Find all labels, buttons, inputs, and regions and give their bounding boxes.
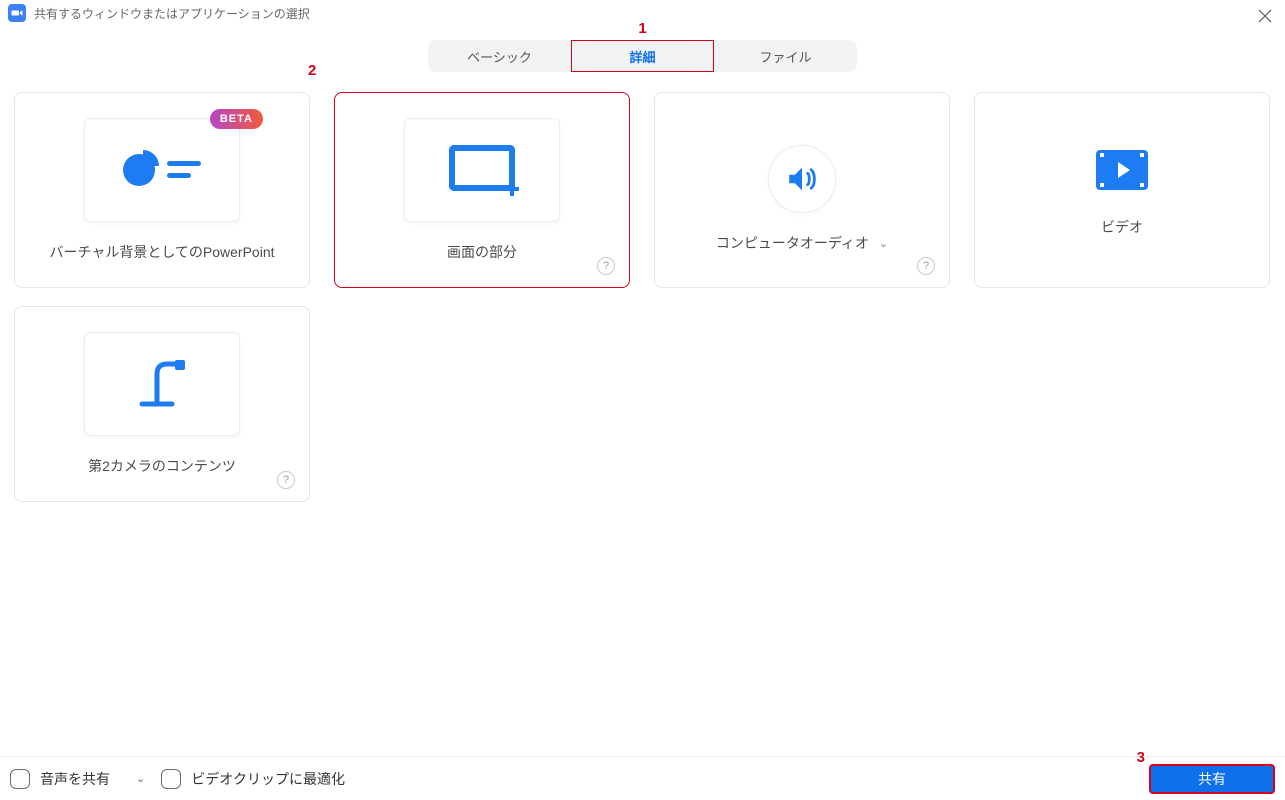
share-audio-checkbox[interactable]: 音声を共有 [10, 769, 110, 789]
optimize-video-checkbox[interactable]: ビデオクリップに最適化 [161, 769, 345, 789]
checkbox-icon [10, 769, 30, 789]
card-label-row: コンピュータオーディオ ⌄ [716, 233, 888, 253]
help-icon[interactable]: ? [917, 257, 935, 275]
ppt-thumb: BETA [84, 118, 240, 222]
window-title: 共有するウィンドウまたはアプリケーションの選択 [34, 5, 310, 22]
checkbox-icon [161, 769, 181, 789]
portion-thumb [404, 118, 560, 222]
zoom-icon [8, 4, 26, 22]
tab-basic[interactable]: ベーシック [428, 40, 571, 72]
chevron-down-icon[interactable]: ⌄ [879, 237, 888, 250]
tabs: ベーシック 詳細 ファイル [428, 40, 857, 72]
optimize-video-label: ビデオクリップに最適化 [191, 769, 345, 789]
tab-files[interactable]: ファイル [714, 40, 857, 72]
card-second-camera[interactable]: 第2カメラのコンテンツ ? [14, 306, 310, 502]
help-icon[interactable]: ? [277, 471, 295, 489]
footer: 音声を共有 ⌄ ビデオクリップに最適化 3 共有 [0, 756, 1285, 800]
card-label: バーチャル背景としてのPowerPoint [49, 242, 274, 262]
titlebar: 共有するウィンドウまたはアプリケーションの選択 [0, 0, 1285, 26]
chevron-down-icon[interactable]: ⌄ [136, 772, 145, 785]
card-ppt-virtual-bg[interactable]: BETA バーチャル背景としてのPowerPoint [14, 92, 310, 288]
video-thumb [1087, 143, 1157, 197]
help-icon[interactable]: ? [597, 257, 615, 275]
annotation-3: 3 [1137, 749, 1145, 766]
tab-advanced[interactable]: 詳細 [571, 40, 714, 72]
card-computer-audio[interactable]: コンピュータオーディオ ⌄ ? [654, 92, 950, 288]
audio-thumb [768, 145, 836, 213]
share-button[interactable]: 共有 [1149, 764, 1275, 794]
beta-badge: BETA [210, 109, 263, 129]
share-audio-label: 音声を共有 [40, 769, 110, 789]
card-video[interactable]: ビデオ [974, 92, 1270, 288]
card-label: ビデオ [1101, 217, 1143, 237]
card-screen-portion[interactable]: 画面の部分 ? [334, 92, 630, 288]
card-label: コンピュータオーディオ [716, 233, 869, 253]
camera-thumb [84, 332, 240, 436]
close-button[interactable] [1253, 4, 1277, 28]
card-label: 画面の部分 [447, 242, 517, 262]
card-label: 第2カメラのコンテンツ [88, 456, 236, 476]
